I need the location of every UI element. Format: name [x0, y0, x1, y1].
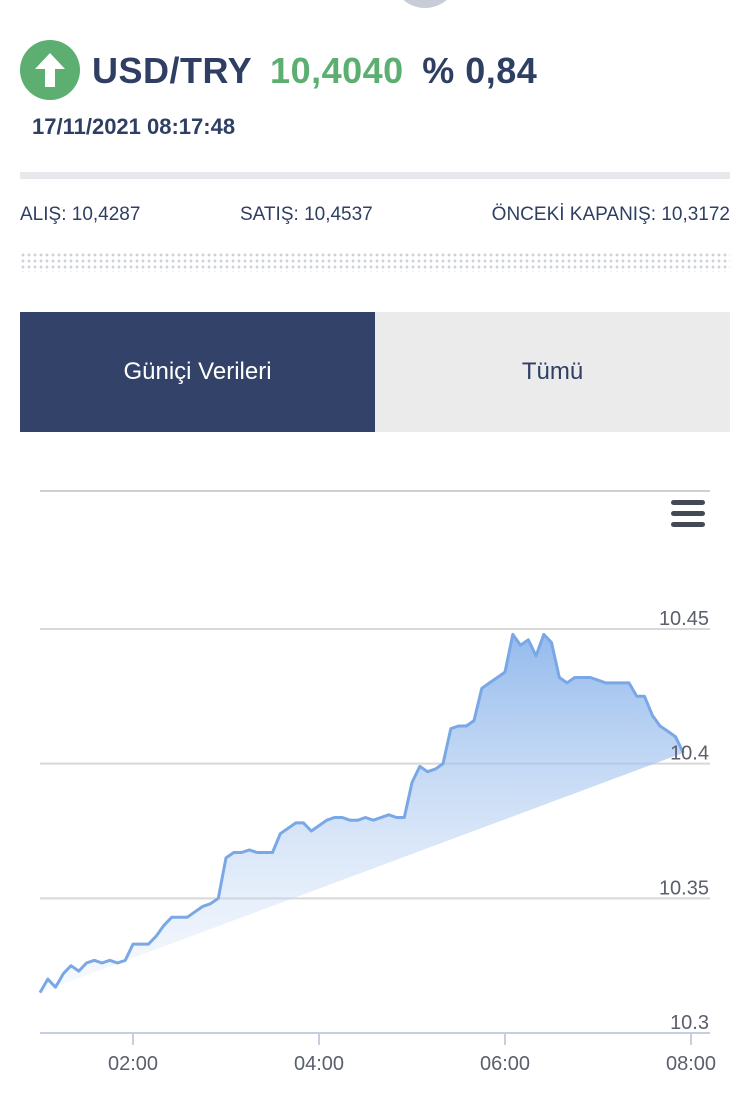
- tab-intraday[interactable]: Güniçi Verileri: [20, 312, 375, 432]
- currency-symbol: USD/TRY: [92, 50, 252, 91]
- y-tick-label: 10.35: [659, 877, 709, 899]
- change-percent: % 0,84: [422, 50, 538, 91]
- avatar: [392, 0, 458, 8]
- quote-header: USD/TRY 10,4040 % 0,84: [20, 40, 730, 102]
- y-tick-label: 10.4: [670, 743, 709, 765]
- ask-label: SATIŞ:: [240, 204, 299, 225]
- quote-timestamp: 17/11/2021 08:17:48: [32, 114, 236, 139]
- previous-close: ÖNCEKİ KAPANIŞ: 10,3172: [492, 204, 730, 226]
- y-tick-label: 10.3: [670, 1012, 709, 1034]
- tab-all[interactable]: Tümü: [375, 312, 730, 432]
- dotted-divider: [20, 252, 730, 272]
- ask-value: 10,4537: [304, 204, 373, 225]
- bid-price: ALIŞ: 10,4287: [20, 204, 140, 226]
- hamburger-menu-icon[interactable]: [671, 500, 705, 530]
- ask-price: SATIŞ: 10,4537: [240, 204, 373, 226]
- divider: [20, 172, 730, 179]
- x-tick-label: 08:00: [666, 1053, 716, 1075]
- y-tick-label: 10.45: [659, 608, 709, 630]
- previous-close-label: ÖNCEKİ KAPANIŞ:: [491, 204, 657, 225]
- previous-close-value: 10,3172: [661, 204, 730, 225]
- bid-value: 10,4287: [71, 204, 141, 225]
- price-headline: USD/TRY 10,4040 % 0,84: [92, 50, 537, 92]
- bid-label: ALIŞ:: [20, 204, 67, 225]
- x-tick-label: 06:00: [480, 1053, 530, 1075]
- x-tick-label: 04:00: [294, 1053, 344, 1075]
- price-chart: 10.3 10.35 10.4 10.45 02:00 04:00 06:00 08:00: [38, 490, 716, 1075]
- x-tick-label: 02:00: [108, 1053, 158, 1075]
- quote-details: ALIŞ: 10,4287 SATIŞ: 10,4537 ÖNCEKİ KAPA…: [20, 204, 730, 230]
- chart-area-fill: [40, 634, 684, 993]
- current-price: 10,4040: [270, 50, 404, 91]
- chart-tabs: Güniçi Verileri Tümü: [20, 312, 730, 432]
- arrow-up-icon: [20, 40, 80, 100]
